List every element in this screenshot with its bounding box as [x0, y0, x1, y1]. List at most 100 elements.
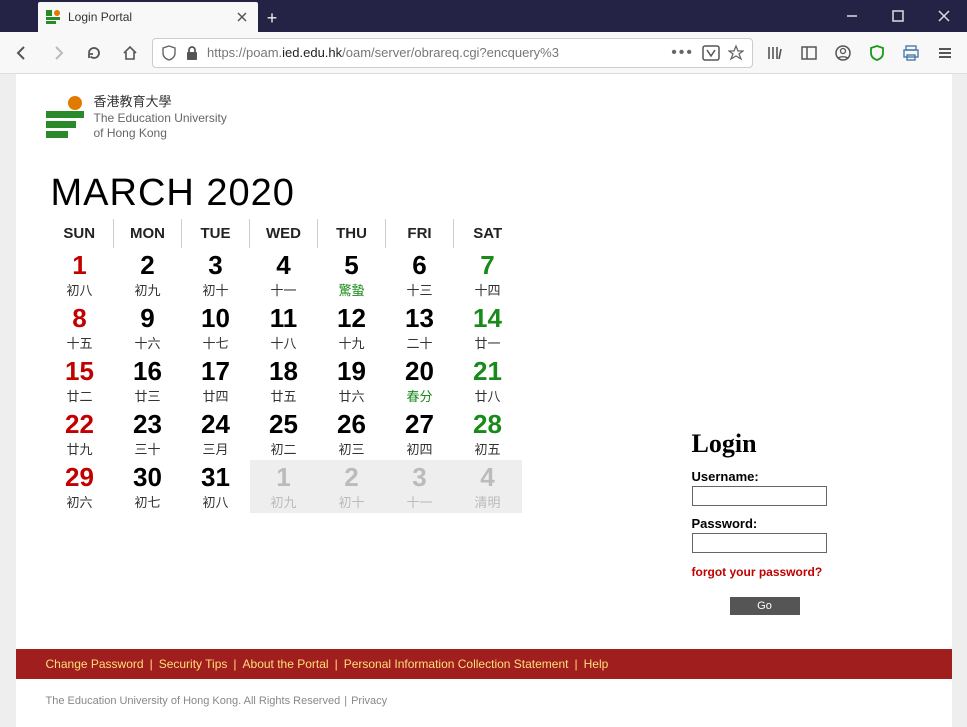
lunar-label: 初十 [318, 492, 386, 511]
lunar-label: 三十 [114, 439, 182, 458]
footer-link[interactable]: Help [584, 657, 609, 671]
lunar-label: 十八 [250, 333, 318, 352]
day-number: 6 [386, 252, 454, 278]
privacy-link[interactable]: Privacy [351, 695, 387, 707]
home-button[interactable] [116, 39, 144, 67]
password-label: Password: [692, 516, 922, 531]
footer-link[interactable]: About the Portal [243, 657, 329, 671]
calendar-cell: 4清明 [454, 460, 522, 513]
login-heading: Login [692, 429, 922, 459]
site-logo: 香港教育大學 The Education University of Hong … [16, 94, 952, 142]
tab-close-icon[interactable] [234, 9, 250, 25]
sidebar-icon[interactable] [795, 39, 823, 67]
calendar: SUNMONTUEWEDTHUFRISAT 1初八2初九3初十4十一5驚蟄6十三… [46, 219, 522, 513]
calendar-cell: 1初九 [250, 460, 318, 513]
day-number: 15 [46, 358, 114, 384]
day-number: 18 [250, 358, 318, 384]
dow-header: SUN [46, 219, 114, 248]
lunar-label: 十五 [46, 333, 114, 352]
calendar-cell: 4十一 [250, 248, 318, 301]
lunar-label: 十六 [114, 333, 182, 352]
lock-icon [185, 45, 199, 61]
lunar-label: 廿二 [46, 386, 114, 405]
day-number: 30 [114, 464, 182, 490]
lunar-label: 廿五 [250, 386, 318, 405]
calendar-cell: 3初十 [182, 248, 250, 301]
day-number: 5 [318, 252, 386, 278]
print-icon[interactable] [897, 39, 925, 67]
footer-link[interactable]: Change Password [46, 657, 144, 671]
calendar-cell: 11 十八 [250, 301, 318, 354]
day-number: 25 [250, 411, 318, 437]
reader-icon[interactable] [702, 45, 720, 61]
window-maximize-icon[interactable] [875, 0, 921, 32]
lunar-label: 三月 [182, 439, 250, 458]
reload-button[interactable] [80, 39, 108, 67]
lunar-label: 初七 [114, 492, 182, 511]
tab-title: Login Portal [68, 10, 228, 24]
window-close-icon[interactable] [921, 0, 967, 32]
go-button[interactable]: Go [730, 597, 800, 615]
calendar-cell: 5驚蟄 [318, 248, 386, 301]
footer-link[interactable]: Security Tips [159, 657, 228, 671]
lunar-label: 十九 [318, 333, 386, 352]
lunar-label: 十四 [454, 280, 522, 299]
calendar-cell: 6 十三 [386, 248, 454, 301]
lunar-label: 初八 [182, 492, 250, 511]
new-tab-button[interactable]: + [258, 4, 286, 32]
username-input[interactable] [692, 486, 827, 506]
day-number: 31 [182, 464, 250, 490]
menu-icon[interactable] [931, 39, 959, 67]
lunar-label: 十一 [250, 280, 318, 299]
eduhk-logo-icon [46, 98, 84, 138]
bookmark-star-icon[interactable] [728, 45, 744, 61]
calendar-cell: 18 廿五 [250, 354, 318, 407]
account-icon[interactable] [829, 39, 857, 67]
day-number: 1 [46, 252, 114, 278]
calendar-cell: 3十一 [386, 460, 454, 513]
lunar-label: 初四 [386, 439, 454, 458]
day-number: 7 [454, 252, 522, 278]
window-titlebar: Login Portal + [0, 0, 967, 32]
lunar-label: 十七 [182, 333, 250, 352]
back-button[interactable] [8, 39, 36, 67]
calendar-cell: 19 廿六 [318, 354, 386, 407]
browser-toolbar: https://poam.ied.edu.hk/oam/server/obrar… [0, 32, 967, 74]
extension-green-icon[interactable] [863, 39, 891, 67]
lunar-label: 十一 [386, 492, 454, 511]
calendar-cell: 20春分 [386, 354, 454, 407]
url-bar[interactable]: https://poam.ied.edu.hk/oam/server/obrar… [152, 38, 753, 68]
day-number: 8 [46, 305, 114, 331]
lunar-label: 廿一 [454, 333, 522, 352]
logo-text: 香港教育大學 The Education University of Hong … [94, 94, 227, 142]
day-number: 11 [250, 305, 318, 331]
lunar-label: 二十 [386, 333, 454, 352]
window-minimize-icon[interactable] [829, 0, 875, 32]
forward-button[interactable] [44, 39, 72, 67]
dow-header: FRI [386, 219, 454, 248]
footer-link[interactable]: Personal Information Collection Statemen… [344, 657, 569, 671]
browser-tab[interactable]: Login Portal [38, 2, 258, 32]
library-icon[interactable] [761, 39, 789, 67]
calendar-cell: 23三十 [114, 407, 182, 460]
day-number: 24 [182, 411, 250, 437]
more-icon[interactable]: ••• [671, 44, 694, 62]
day-number: 1 [250, 464, 318, 490]
password-input[interactable] [692, 533, 827, 553]
day-number: 19 [318, 358, 386, 384]
day-number: 16 [114, 358, 182, 384]
lunar-label: 廿九 [46, 439, 114, 458]
tab-favicon [46, 9, 62, 25]
copyright: The Education University of Hong Kong. A… [46, 695, 388, 707]
day-number: 22 [46, 411, 114, 437]
day-number: 17 [182, 358, 250, 384]
dow-header: SAT [454, 219, 522, 248]
lunar-label: 十三 [386, 280, 454, 299]
lunar-label: 清明 [454, 492, 522, 511]
forgot-password-link[interactable]: forgot your password? [692, 565, 823, 579]
day-number: 29 [46, 464, 114, 490]
lunar-label: 廿六 [318, 386, 386, 405]
page-viewport: 香港教育大學 The Education University of Hong … [0, 74, 967, 727]
calendar-cell: 15 廿二 [46, 354, 114, 407]
calendar-cell: 22 廿九 [46, 407, 114, 460]
